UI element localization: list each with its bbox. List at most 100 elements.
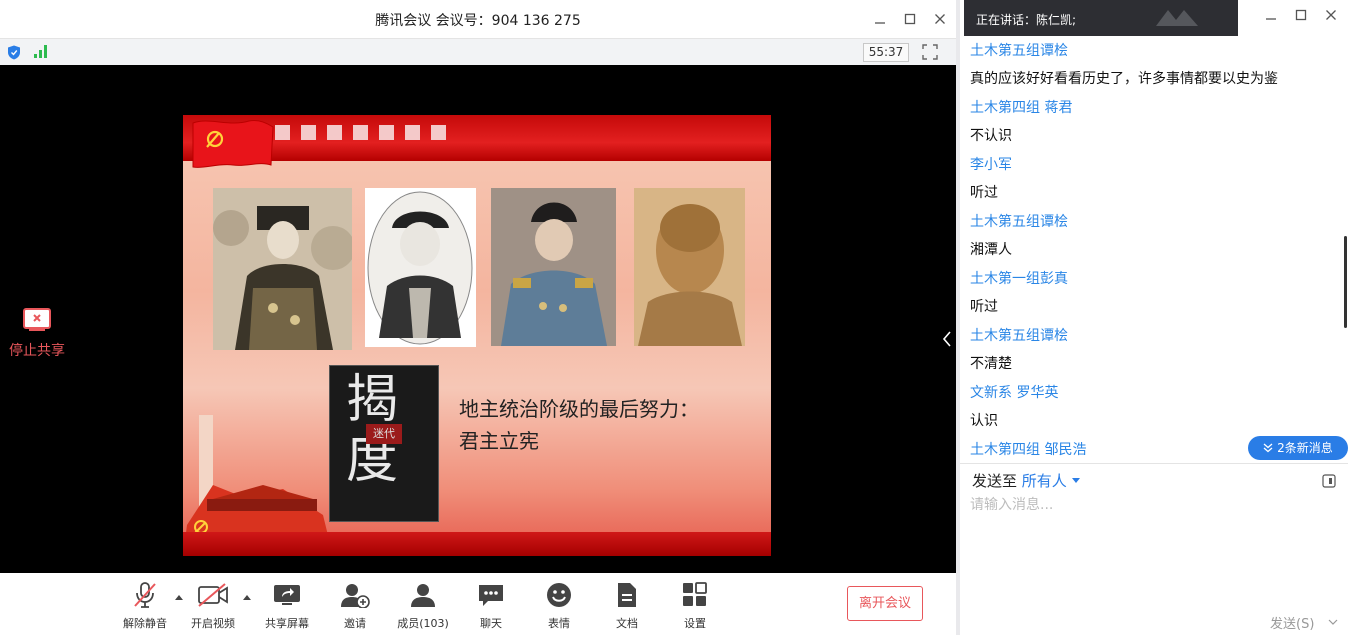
send-to-target[interactable]: 所有人: [1022, 472, 1067, 490]
message-text: 认识: [970, 413, 998, 429]
message-sender[interactable]: 文新系 罗华英: [970, 382, 1342, 410]
settings-label: 设置: [684, 617, 706, 630]
app-root: 腾讯会议 会议号：904 136 275 55:37 停止共享 揭度 迷代 地主…: [0, 0, 1348, 635]
send-to-label: 发送至: [972, 472, 1018, 490]
chat-message-list[interactable]: 土木第五组谭桧 真的应该好好看看历史了，许多事情都要以史为鉴 土木第四组 蒋君 …: [970, 40, 1342, 460]
expand-chat-icon[interactable]: [1322, 474, 1336, 488]
chat-message: 土木第四组 蒋君 不认识: [970, 97, 1342, 154]
smiley-icon: [547, 583, 571, 607]
chat-window-controls: [1256, 5, 1346, 25]
speaker-avatar-icon: [1156, 10, 1198, 26]
invite-user-icon: [341, 584, 370, 608]
slide-caption-line-2: 君主立宪: [459, 429, 539, 453]
minimize-button[interactable]: [865, 9, 895, 29]
share-screen-label: 共享屏幕: [265, 617, 309, 630]
window-controls: [865, 9, 955, 29]
chat-scrollbar[interactable]: [1344, 236, 1347, 328]
chat-message: 李小军 听过: [970, 154, 1342, 211]
encryption-shield-icon[interactable]: [7, 45, 21, 60]
new-messages-label: 2条新消息: [1277, 441, 1333, 455]
chat-divider: [960, 463, 1348, 464]
leave-meeting-button[interactable]: 离开会议: [847, 586, 923, 621]
stop-share-icon: [23, 308, 51, 331]
chat-maximize-button[interactable]: [1286, 5, 1316, 25]
speaking-indicator: 正在讲话：陈仁凯;: [964, 0, 1238, 36]
maximize-button[interactable]: [895, 9, 925, 29]
message-sender[interactable]: 土木第五组谭桧: [970, 325, 1342, 353]
portrait-photo-2: [365, 188, 476, 347]
portrait-official: [634, 188, 745, 346]
chat-message-input[interactable]: [970, 494, 1340, 604]
reactions-button[interactable]: 表情: [531, 581, 587, 631]
new-messages-button[interactable]: 2条新消息: [1248, 436, 1348, 460]
portrait-empress-dowager: [213, 188, 352, 350]
video-off-icon: [198, 583, 228, 607]
share-screen-button[interactable]: 共享屏幕: [259, 581, 315, 631]
members-label: 成员(103): [397, 617, 449, 630]
start-video-button[interactable]: 开启视频: [185, 581, 241, 631]
signal-strength-icon[interactable]: [33, 44, 49, 59]
audio-options-caret-icon[interactable]: [174, 593, 184, 601]
message-text: 不认识: [970, 128, 1012, 144]
slide-decor-squares: [275, 125, 446, 140]
slide-caption-line-1: 地主统治阶级的最后努力：: [459, 397, 699, 421]
speaking-text: 正在讲话：陈仁凯;: [976, 13, 1077, 27]
maximize-icon: [1295, 9, 1307, 21]
members-icon: [411, 584, 435, 607]
message-text: 湘潭人: [970, 242, 1012, 258]
message-text: 不清楚: [970, 356, 1012, 372]
meeting-timer: 55:37: [863, 43, 909, 62]
documents-label: 文档: [616, 617, 638, 630]
message-sender[interactable]: 土木第四组 蒋君: [970, 97, 1342, 125]
presentation-slide: 揭度 迷代 地主统治阶级的最后努力： 君主立宪: [183, 115, 771, 556]
chat-close-button[interactable]: [1316, 5, 1346, 25]
message-sender[interactable]: 土木第五组谭桧: [970, 211, 1342, 239]
send-to-selector[interactable]: 发送至 所有人: [972, 470, 1080, 491]
close-icon: [935, 14, 945, 24]
message-text: 听过: [970, 185, 998, 201]
maximize-icon: [904, 13, 916, 25]
message-sender[interactable]: 李小军: [970, 154, 1342, 182]
close-button[interactable]: [925, 9, 955, 29]
slide-caption: 地主统治阶级的最后努力： 君主立宪: [459, 393, 699, 457]
chat-message: 文新系 罗华英 认识: [970, 382, 1342, 439]
reactions-label: 表情: [548, 617, 570, 630]
chat-minimize-button[interactable]: [1256, 5, 1286, 25]
fullscreen-icon[interactable]: [922, 44, 938, 60]
collapse-panel-chevron-icon[interactable]: [940, 329, 954, 349]
start-video-label: 开启视频: [191, 617, 235, 630]
settings-button[interactable]: 设置: [667, 581, 723, 631]
video-options-caret-icon[interactable]: [242, 593, 252, 601]
party-flag-icon: [192, 120, 274, 168]
share-screen-icon: [274, 585, 300, 605]
microphone-muted-icon: [134, 582, 156, 608]
portrait-general: [491, 188, 616, 346]
send-button[interactable]: 发送(S): [1270, 613, 1314, 632]
chat-button[interactable]: 聊天: [463, 581, 519, 631]
unmute-button[interactable]: 解除静音: [117, 581, 173, 631]
documents-button[interactable]: 文档: [599, 581, 655, 631]
stop-share-button[interactable]: 停止共享: [0, 308, 74, 360]
message-sender[interactable]: 土木第五组谭桧: [970, 40, 1342, 68]
chat-message: 土木第一组彭真 听过: [970, 268, 1342, 325]
close-icon: [1326, 10, 1336, 20]
unmute-label: 解除静音: [123, 617, 167, 630]
portrait-emperor: [365, 188, 476, 347]
send-options-chevron-icon[interactable]: [1328, 618, 1338, 626]
double-chevron-down-icon: [1263, 443, 1273, 453]
meeting-window: 腾讯会议 会议号：904 136 275 55:37 停止共享 揭度 迷代 地主…: [0, 0, 956, 635]
shared-screen-stage: 停止共享 揭度 迷代 地主统治阶级的最后努力： 君主立宪: [0, 65, 956, 573]
minimize-icon: [875, 22, 885, 24]
status-bar: 55:37: [0, 38, 956, 65]
members-button[interactable]: 成员(103): [395, 581, 451, 631]
document-icon: [618, 583, 636, 607]
invite-button[interactable]: 邀请: [327, 581, 383, 631]
portrait-photo-1: [213, 188, 352, 350]
title-bar: 腾讯会议 会议号：904 136 275: [0, 0, 956, 38]
book-subtitle: 迷代: [366, 424, 402, 444]
message-text: 听过: [970, 299, 998, 315]
settings-grid-icon: [683, 582, 707, 606]
portrait-photo-4: [634, 188, 745, 346]
stop-share-label: 停止共享: [9, 343, 65, 359]
message-sender[interactable]: 土木第一组彭真: [970, 268, 1342, 296]
